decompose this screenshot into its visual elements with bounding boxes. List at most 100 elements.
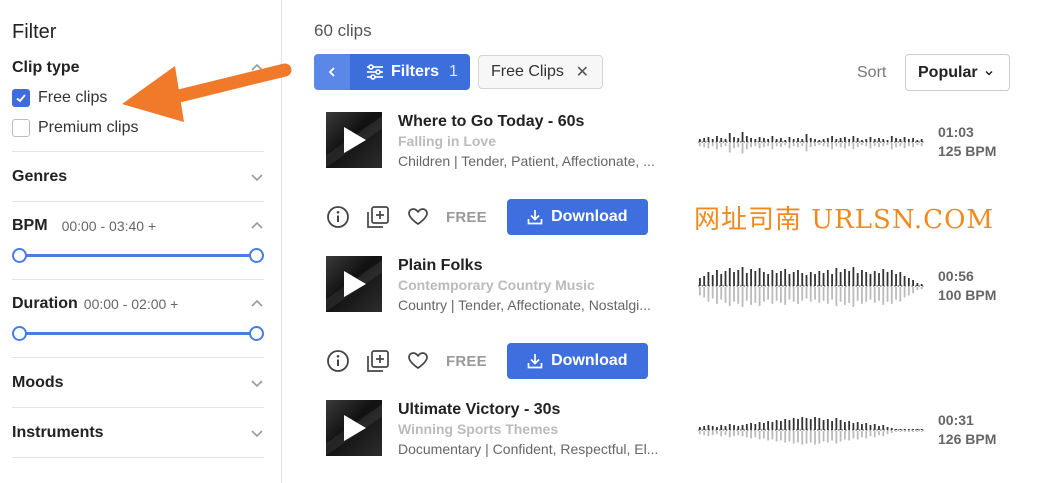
waveform[interactable] <box>698 400 924 460</box>
collapse-filters-button[interactable] <box>314 54 350 90</box>
track-title[interactable]: Where to Go Today - 60s <box>398 112 688 132</box>
waveform-bar-reflection <box>869 431 872 437</box>
heart-icon[interactable] <box>406 349 430 373</box>
filters-count: 1 <box>449 63 458 80</box>
waveform-bar-reflection <box>861 143 863 146</box>
track-duration: 00:31 <box>938 412 974 428</box>
waveform-bar <box>699 278 701 286</box>
download-button[interactable]: Download <box>506 199 648 235</box>
track-title[interactable]: Plain Folks <box>398 256 688 276</box>
filters-label: Filters <box>391 63 440 80</box>
waveform-bar <box>856 273 859 286</box>
track-thumbnail[interactable] <box>326 400 382 456</box>
free-clips-checkbox[interactable] <box>12 89 30 107</box>
waveform-bar-reflection <box>724 287 727 303</box>
waveform-bar-reflection <box>741 431 744 437</box>
chevron-down-icon[interactable] <box>250 426 264 440</box>
waveform-bar-reflection <box>707 431 710 437</box>
download-icon <box>527 354 543 369</box>
waveform-bar <box>882 139 885 142</box>
duration-slider[interactable] <box>12 326 264 341</box>
waveform-bar-reflection <box>873 431 876 438</box>
waveform-bar-reflection <box>707 143 710 149</box>
bpm-slider[interactable] <box>12 248 264 263</box>
waveform-bar <box>745 424 748 430</box>
waveform-bar-reflection <box>703 431 706 436</box>
waveform-bar <box>822 420 825 430</box>
waveform-bar-reflection <box>728 143 731 153</box>
chevron-up-icon[interactable] <box>250 297 264 311</box>
bpm-max-handle[interactable] <box>249 248 264 263</box>
waveform-bar-reflection <box>737 287 740 304</box>
play-icon <box>344 415 366 441</box>
chevron-down-icon[interactable] <box>250 170 264 184</box>
download-icon <box>527 210 543 225</box>
sort-dropdown[interactable]: Popular <box>905 54 1010 91</box>
waveform-bar <box>861 140 863 142</box>
waveform-bar-reflection <box>886 431 889 435</box>
waveform-bar <box>733 272 735 286</box>
track-album[interactable]: Winning Sports Themes <box>398 420 688 438</box>
info-icon[interactable] <box>326 205 350 229</box>
info-icon[interactable] <box>326 349 350 373</box>
premium-clips-checkbox[interactable] <box>12 119 30 137</box>
filters-button[interactable]: Filters 1 <box>350 54 470 90</box>
waveform-bar-reflection <box>873 287 876 303</box>
waveform-bar-reflection <box>788 431 791 442</box>
track-row[interactable]: Where to Go Today - 60s Falling in Love … <box>326 112 1016 172</box>
moods-title: Moods <box>12 373 64 391</box>
bpm-min-handle[interactable] <box>12 248 27 263</box>
waveform-bar <box>890 428 893 430</box>
waveform-bar <box>861 424 863 430</box>
waveform-bar-reflection <box>733 143 735 149</box>
waveform-bar <box>869 425 872 430</box>
waveform-bar-reflection <box>801 143 804 147</box>
clips-main: 60 clips Filters 1 Free Clips ✕ Sort Pop… <box>314 0 1014 483</box>
chevron-down-icon[interactable] <box>250 376 264 390</box>
waveform[interactable] <box>698 112 924 172</box>
track-title[interactable]: Ultimate Victory - 30s <box>398 400 688 420</box>
add-to-playlist-icon[interactable] <box>366 349 390 373</box>
add-to-playlist-icon[interactable] <box>366 205 390 229</box>
close-icon[interactable]: ✕ <box>576 62 589 82</box>
free-clips-chip[interactable]: Free Clips ✕ <box>478 55 603 89</box>
waveform-bar <box>745 273 748 286</box>
waveform-bar-reflection <box>771 287 774 304</box>
waveform-bar <box>907 139 910 142</box>
waveform-bar <box>861 270 863 286</box>
track-album[interactable]: Falling in Love <box>398 132 688 150</box>
waveform-bar-reflection <box>758 287 761 306</box>
waveform[interactable] <box>698 256 924 316</box>
waveform-bar-reflection <box>699 431 701 435</box>
track-thumbnail[interactable] <box>326 112 382 168</box>
waveform-bar-reflection <box>750 143 752 148</box>
duration-min-handle[interactable] <box>12 326 27 341</box>
waveform-bar <box>788 420 791 430</box>
moods-section[interactable]: Moods <box>12 358 264 407</box>
track-row[interactable]: Ultimate Victory - 30s Winning Sports Th… <box>326 400 1016 460</box>
waveform-bar <box>903 137 906 142</box>
waveform-bar <box>895 274 897 286</box>
waveform-bar <box>916 429 919 430</box>
waveform-bar-reflection <box>792 431 795 444</box>
waveform-bar <box>848 139 851 142</box>
clip-type-title: Clip type <box>12 59 80 76</box>
waveform-bar <box>728 133 731 142</box>
genres-section[interactable]: Genres <box>12 152 264 201</box>
waveform-bar <box>737 270 740 286</box>
chevron-up-icon[interactable] <box>250 219 264 233</box>
instruments-section[interactable]: Instruments <box>12 408 264 457</box>
waveform-bar <box>780 138 782 142</box>
waveform-bar-reflection <box>835 287 838 306</box>
waveform-bar <box>797 419 799 430</box>
track-album[interactable]: Contemporary Country Music <box>398 276 688 294</box>
waveform-bar-reflection <box>784 287 787 305</box>
download-button[interactable]: Download <box>506 343 648 379</box>
waveform-bar <box>852 423 855 430</box>
waveform-bar <box>716 136 718 142</box>
heart-icon[interactable] <box>406 205 430 229</box>
waveform-bar <box>920 139 923 142</box>
track-thumbnail[interactable] <box>326 256 382 312</box>
track-row[interactable]: Plain Folks Contemporary Country Music C… <box>326 256 1016 316</box>
duration-max-handle[interactable] <box>249 326 264 341</box>
